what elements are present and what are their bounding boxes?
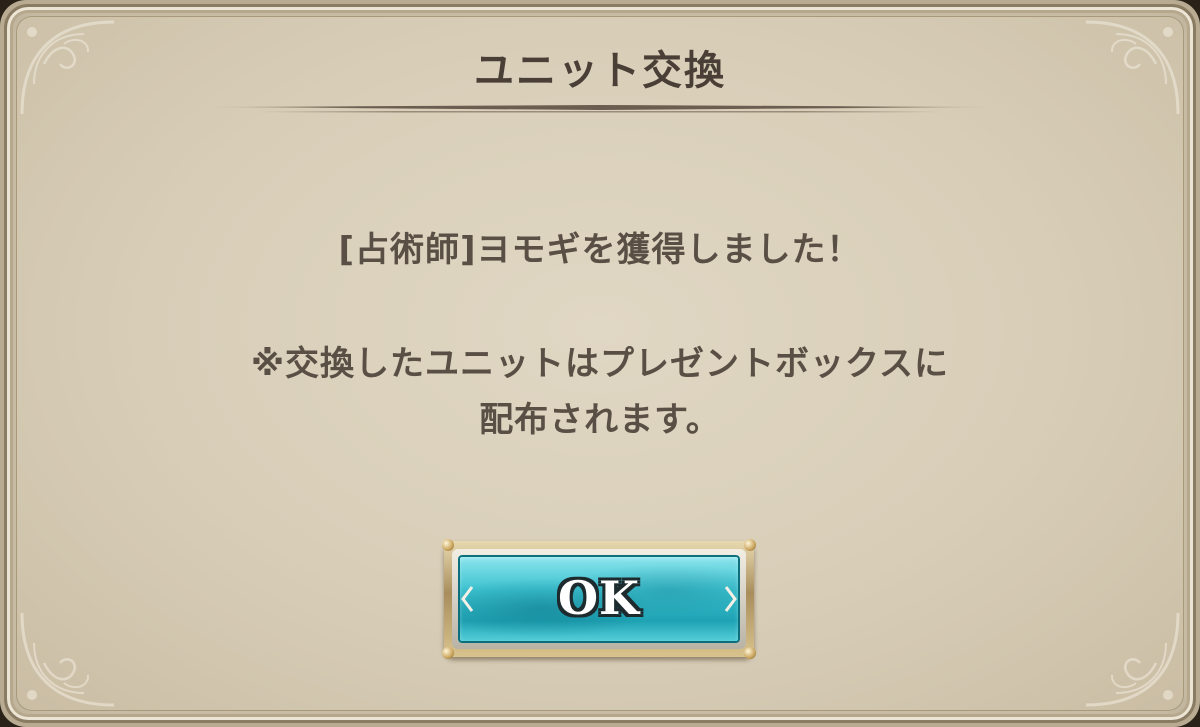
corner-flourish-icon [1076,603,1186,713]
dialog-title: ユニット交換 [474,48,726,94]
button-gem-icon [442,539,454,551]
button-gem-icon [744,539,756,551]
title-divider [200,104,1000,114]
ok-button[interactable]: OK [442,539,756,659]
corner-flourish-icon [14,603,124,713]
notice-message-line1: ※交換したユニットはプレゼントボックスに [250,344,950,384]
button-gem-icon [744,647,756,659]
ok-button-label: OK [557,571,641,625]
unit-exchange-dialog: ユニット交換 [占術師]ヨモギを獲得しました！ ※交換したユニットはプレゼントボ… [0,0,1200,727]
acquired-message: [占術師]ヨモギを獲得しました！ [338,230,862,270]
button-gem-icon [442,647,454,659]
notice-message-line2: 配布されます。 [479,400,721,440]
